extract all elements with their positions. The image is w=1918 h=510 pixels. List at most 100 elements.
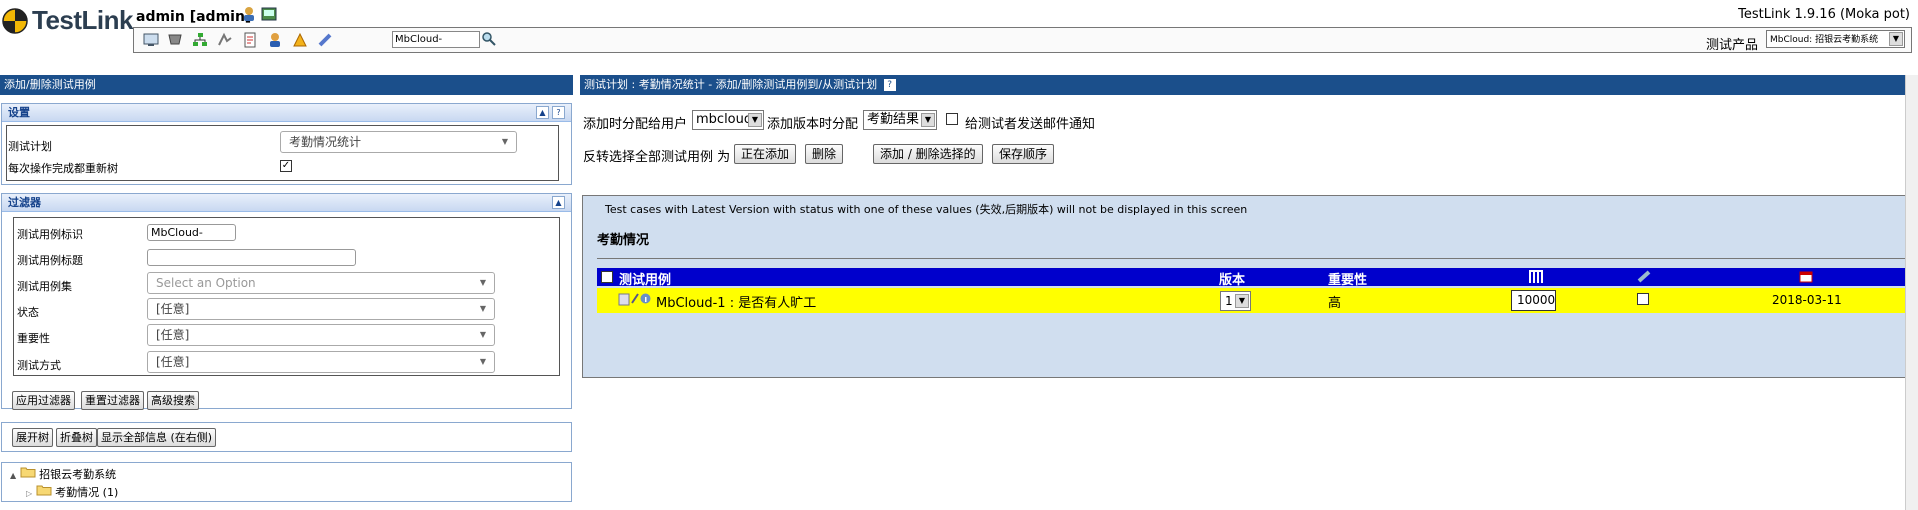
logo-text: TestLink <box>32 5 133 35</box>
help-icon[interactable]: ? <box>552 106 565 119</box>
importance-select[interactable]: [任意] ▼ <box>147 324 495 346</box>
remove-button[interactable]: 删除 <box>805 144 844 164</box>
chevron-down-icon: ▼ <box>479 330 486 339</box>
platform-label: 添加版本时分配 <box>767 117 859 132</box>
tree-child-label: 考勤情况 (1) <box>55 486 119 499</box>
collapse-tree-button[interactable]: 折叠树 <box>56 428 97 447</box>
col-testcase-header: 测试用例 <box>619 273 672 288</box>
remove-checkbox[interactable] <box>1637 293 1649 305</box>
info-icon[interactable] <box>640 293 651 308</box>
remove-link-icon <box>1637 270 1651 287</box>
platforms-icon[interactable] <box>317 32 333 48</box>
chevron-down-icon: ▼ <box>1889 32 1903 46</box>
send-email-checkbox[interactable] <box>946 113 958 125</box>
tc-id-input[interactable]: MbCloud- <box>147 224 236 241</box>
notice-text: Test cases with Latest Version with stat… <box>605 203 1248 216</box>
chevron-down-icon: ▼ <box>1235 294 1249 308</box>
edit-icon[interactable] <box>630 292 640 309</box>
chevron-down-icon: ▼ <box>501 137 508 146</box>
settings-title: 设置 <box>8 106 30 119</box>
test-plan-select[interactable]: 考勤情况统计 ▼ <box>280 131 517 153</box>
tc-title-label: 测试用例标题 <box>17 254 83 267</box>
send-email-label: 给测试者发送邮件通知 <box>965 117 1096 132</box>
col-importance-header: 重要性 <box>1328 273 1368 288</box>
testlink-logo[interactable]: TestLink <box>0 2 133 38</box>
tc-title-input[interactable] <box>147 249 356 266</box>
exec-type-label: 测试方式 <box>17 359 61 372</box>
status-select[interactable]: [任意] ▼ <box>147 298 495 320</box>
tc-set-label: 测试用例集 <box>17 280 72 293</box>
events-icon[interactable] <box>292 32 308 48</box>
exec-type-value: [任意] <box>156 355 190 369</box>
tree-node-root[interactable]: ▲ 招银云考勤系统 <box>10 466 116 482</box>
importance-value: 高 <box>1328 296 1342 311</box>
order-input[interactable]: 10000 <box>1511 290 1556 311</box>
assign-user-label: 添加时分配给用户 <box>583 117 688 132</box>
collapse-icon[interactable]: ▲ <box>536 106 549 119</box>
desktop-icon[interactable] <box>143 32 159 48</box>
calendar-icon <box>1799 270 1813 287</box>
filters-panel-header: 过滤器 <box>2 194 571 212</box>
version-select[interactable]: 1 ▼ <box>1220 291 1251 311</box>
settings-form: 测试计划 考勤情况统计 ▼ 每次操作完成都重新树 ✓ <box>6 125 559 181</box>
tree-collapse-icon[interactable]: ▲ <box>10 471 16 480</box>
chevron-down-icon: ▼ <box>921 113 935 127</box>
save-order-button[interactable]: 保存顺序 <box>992 144 1055 164</box>
my-settings-icon[interactable] <box>241 6 257 25</box>
exec-type-select[interactable]: [任意] ▼ <box>147 351 495 373</box>
test-product-select[interactable]: MbCloud: 招银云考勤系统 ▼ <box>1766 30 1905 48</box>
divider <box>597 258 1914 259</box>
settings-panel: 设置 ▲ ? 测试计划 考勤情况统计 ▼ 每次操作完成都重新树 ✓ <box>1 103 572 185</box>
version-value: 1 <box>1225 294 1233 308</box>
advanced-search-button[interactable]: 高级搜索 <box>147 391 199 410</box>
status-value: [任意] <box>156 302 190 316</box>
invert-selection-label: 反转选择全部测试用例 为 <box>583 150 731 165</box>
chevron-down-icon: ▼ <box>479 357 486 366</box>
reports-icon[interactable] <box>242 32 258 48</box>
update-tree-checkbox[interactable]: ✓ <box>280 160 292 172</box>
tree-root-label: 招银云考勤系统 <box>39 468 117 481</box>
show-all-info-button[interactable]: 显示全部信息 (在右侧) <box>97 428 217 447</box>
test-product-value: MbCloud: 招银云考勤系统 <box>1770 35 1879 45</box>
tc-set-select[interactable]: Select an Option ▼ <box>147 272 495 294</box>
testcase-search-input[interactable]: MbCloud- <box>392 31 480 48</box>
testcase-file-icon[interactable] <box>618 293 630 310</box>
execute-icon[interactable] <box>217 32 233 48</box>
current-user: admin [admin] <box>136 9 252 25</box>
tree-buttons-panel: 展开树 折叠树 显示全部信息 (在右侧) <box>1 422 572 452</box>
status-label: 状态 <box>17 306 39 319</box>
users-icon[interactable] <box>267 32 283 48</box>
section-title: 考勤情况 <box>597 233 650 248</box>
apply-filter-button[interactable]: 应用过滤器 <box>12 391 75 410</box>
tree-expand-icon[interactable]: ▷ <box>26 489 32 498</box>
update-tree-label: 每次操作完成都重新树 <box>8 162 118 175</box>
filters-title: 过滤器 <box>8 196 41 209</box>
requirements-icon[interactable] <box>167 32 183 48</box>
scrollbar[interactable] <box>1905 75 1918 510</box>
right-pane-title: 测试计划 : 考勤情况统计 - 添加/删除测试用例到/从测试计划 ? <box>580 75 1918 95</box>
folder-icon <box>20 467 36 478</box>
test-product-label: 测试产品 <box>1705 38 1758 53</box>
select-all-checkbox[interactable]: ✓ <box>601 271 613 283</box>
help-icon[interactable]: ? <box>883 79 896 91</box>
test-specification-icon[interactable] <box>192 32 208 48</box>
adding-button[interactable]: 正在添加 <box>734 144 797 164</box>
assign-user-value: mbcloud <box>696 112 753 127</box>
chevron-down-icon: ▼ <box>479 278 486 287</box>
search-icon[interactable] <box>482 32 498 48</box>
testcase-name[interactable]: MbCloud-1 : 是否有人旷工 <box>656 292 816 311</box>
version-label: TestLink 1.9.16 (Moka pot) <box>1738 7 1910 22</box>
col-version-header: 版本 <box>1219 273 1246 288</box>
platform-select[interactable]: 考勤结果 ▼ <box>863 110 937 130</box>
logout-icon[interactable] <box>261 6 277 25</box>
settings-panel-header: 设置 <box>2 104 571 122</box>
logo-icon <box>2 8 28 34</box>
expand-tree-button[interactable]: 展开树 <box>12 428 53 447</box>
reset-filter-button[interactable]: 重置过滤器 <box>81 391 144 410</box>
add-remove-selected-button[interactable]: 添加 / 删除选择的 <box>873 144 983 164</box>
assign-user-select[interactable]: mbcloud ▼ <box>692 110 764 130</box>
tree-node-child[interactable]: ▷ 考勤情况 (1) <box>26 484 118 500</box>
link-date: 2018-03-11 <box>1772 293 1842 307</box>
collapse-icon[interactable]: ▲ <box>552 196 565 209</box>
filters-panel: 过滤器 ▲ 测试用例标识 MbCloud- 测试用例标题 测试用例集 Selec… <box>1 193 572 410</box>
